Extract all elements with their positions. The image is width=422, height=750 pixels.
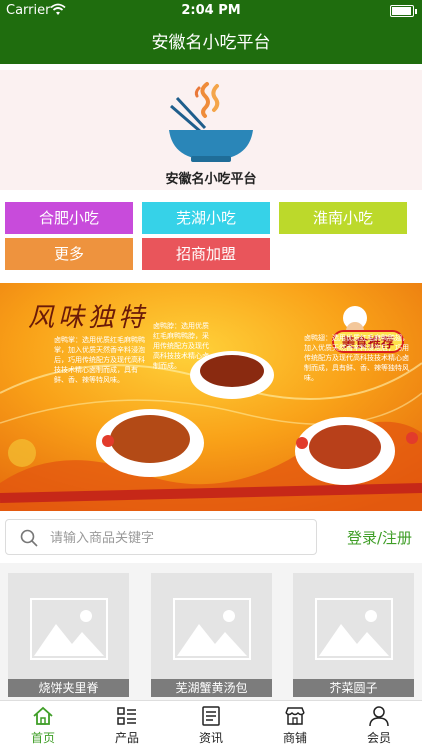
page-title: 安徽名小吃平台 [151,33,271,53]
news-icon [200,705,222,731]
product-list: 烧饼夹里脊 芜湖蟹黄汤包 芥菜圆子 [0,563,422,700]
status-time: 2:04 PM [181,3,241,18]
banner-text-neck: 卤鸭脖：选用优质红毛麻鸭鸭脖，采用传统配方及现代高科技技术精心卤制而成。 [153,322,209,370]
logo-area: 安徽名小吃平台 [0,70,422,190]
search-icon [20,529,38,551]
search-input[interactable] [50,528,300,548]
search-row: 登录/注册 [0,513,422,563]
product-card[interactable]: 芥菜圆子 [293,573,414,697]
product-name: 芜湖蟹黄汤包 [151,679,272,697]
tab-label: 商铺 [282,731,307,745]
image-placeholder-icon [315,598,393,664]
image-placeholder-icon [30,598,108,664]
category-hefei-button[interactable]: 合肥小吃 [5,202,133,234]
tab-label: 产品 [114,731,139,745]
login-register-link[interactable]: 登录/注册 [347,527,412,548]
tab-products[interactable]: 产品 [97,701,157,750]
image-placeholder-icon [173,598,251,664]
tab-news[interactable]: 资讯 [181,701,241,750]
user-icon [368,705,390,731]
grid-list-icon [116,705,138,731]
home-icon [32,705,54,731]
product-name: 芥菜圆子 [293,679,414,697]
product-card[interactable]: 芜湖蟹黄汤包 [151,573,272,697]
product-name: 烧饼夹里脊 [8,679,129,697]
banner-text-wings: 卤鸭翅：选用优质红毛麻鸭鸭翅，加入优质天然香辛料浸泡后，巧用传统配方及现代高科技… [304,334,409,382]
tab-bar: 首页 产品 资讯 商铺 会员 [0,700,422,750]
banner-text-feet: 卤鸭掌：选用优质红毛麻鸭鸭掌，加入优质天然香辛料浸泡后，巧用传统配方及现代高科技… [54,336,145,384]
franchise-button[interactable]: 招商加盟 [142,238,270,270]
status-bar: Carrier 2:04 PM [0,0,422,22]
tab-label: 会员 [366,731,391,745]
tab-shops[interactable]: 商铺 [265,701,325,750]
promo-banner[interactable]: 风味独特 美食推荐 卤鸭脖：选用优质红毛麻鸭鸭脖，采用传统配方及现代高科技技术精… [0,283,422,511]
search-box[interactable] [5,519,317,555]
bowl-chopsticks-icon [165,76,257,170]
logo-text: 安徽名小吃平台 [165,172,257,187]
category-wuhu-button[interactable]: 芜湖小吃 [142,202,270,234]
tab-label: 资讯 [198,731,223,745]
battery-icon [390,5,417,17]
tab-member[interactable]: 会员 [349,701,409,750]
tab-label: 首页 [30,731,55,745]
nav-bar: 安徽名小吃平台 [0,22,422,64]
category-huainan-button[interactable]: 淮南小吃 [279,202,407,234]
shop-icon [284,705,306,731]
tab-home[interactable]: 首页 [13,701,73,750]
category-more-button[interactable]: 更多 [5,238,133,270]
product-card[interactable]: 烧饼夹里脊 [8,573,129,697]
banner-title: 风味独特 [28,303,149,333]
